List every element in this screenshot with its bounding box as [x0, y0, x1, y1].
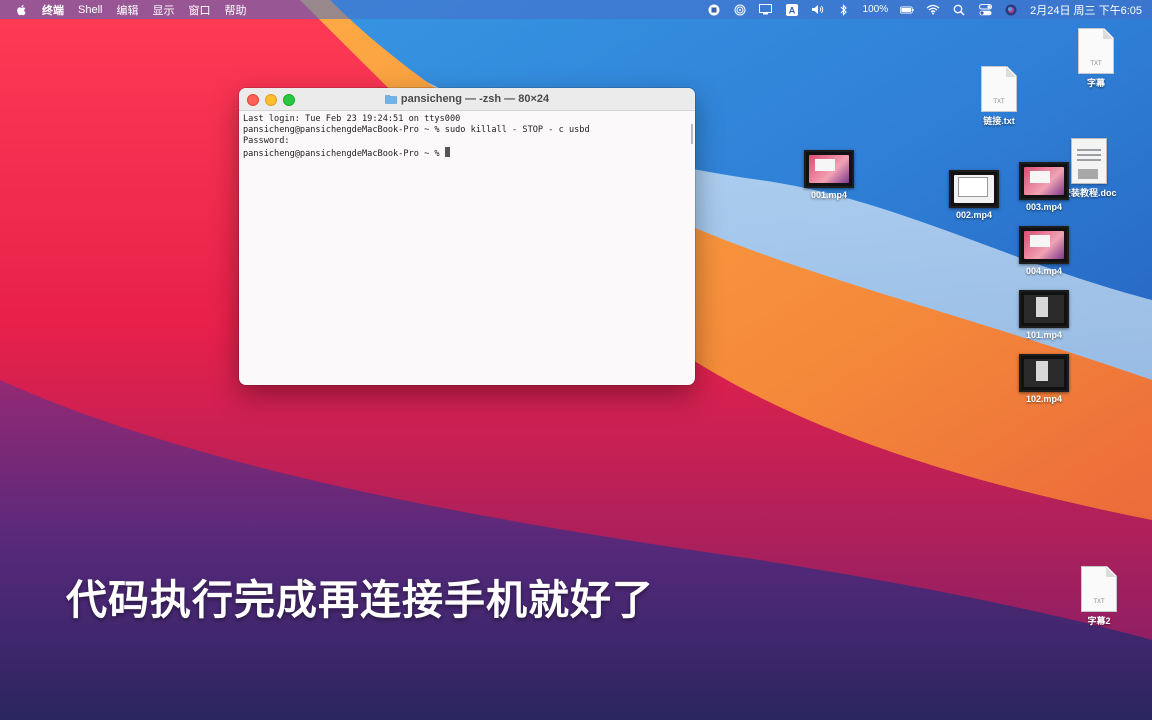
desktop-icon-video-102[interactable]: 102.mp4 — [1019, 354, 1069, 404]
wifi-icon[interactable] — [926, 4, 940, 16]
terminal-output[interactable]: Last login: Tue Feb 23 19:24:51 on ttys0… — [239, 111, 695, 163]
svg-text:A: A — [788, 5, 795, 15]
video-subtitle: 代码执行完成再连接手机就好了 — [66, 576, 654, 624]
desktop-icon-subtitle-txt[interactable]: TXT 字幕 — [1078, 28, 1114, 89]
status-area: A 100% 2月24日 周三 下午6:05 — [707, 0, 1142, 19]
text-file-icon: TXT — [1081, 566, 1117, 612]
siri-icon[interactable] — [1004, 4, 1018, 16]
desktop-icon-label: 链接.txt — [983, 116, 1015, 126]
input-method-icon[interactable]: A — [785, 3, 799, 16]
terminal-window[interactable]: pansicheng — -zsh — 80×24 Last login: Tu… — [239, 88, 695, 385]
desktop-icon-label: 003.mp4 — [1025, 202, 1063, 212]
text-cursor — [444, 147, 450, 157]
menu-bar: 终端 Shell 编辑 显示 窗口 帮助 A 100% 2月24日 周三 下午6… — [0, 0, 1152, 19]
terminal-line: Last login: Tue Feb 23 19:24:51 on ttys0… — [243, 114, 461, 124]
desktop-icon-video-101[interactable]: 101.mp4 — [1019, 290, 1069, 340]
zoom-button[interactable] — [283, 94, 295, 106]
desktop-icon-label: 字幕2 — [1087, 616, 1111, 626]
airdrop-icon[interactable] — [733, 4, 747, 16]
text-file-icon: TXT — [1078, 28, 1114, 74]
menu-edit[interactable]: 编辑 — [116, 2, 138, 18]
video-thumbnail — [1019, 226, 1069, 264]
close-button[interactable] — [247, 94, 259, 106]
battery-percentage: 100% — [862, 4, 889, 15]
volume-icon[interactable] — [811, 4, 825, 16]
video-thumbnail — [1019, 162, 1069, 200]
desktop-icon-label: 001.mp4 — [810, 190, 848, 200]
menu-window[interactable]: 窗口 — [188, 2, 210, 18]
battery-icon[interactable] — [900, 4, 914, 16]
text-file-icon: TXT — [981, 66, 1017, 112]
window-title: pansicheng — -zsh — 80×24 — [400, 93, 550, 105]
desktop-icon-video-001[interactable]: 001.mp4 — [804, 150, 854, 200]
apple-menu-icon[interactable] — [16, 3, 30, 17]
desktop-icon-install-doc[interactable]: 安装教程.doc — [1062, 138, 1117, 199]
desktop-icon-label: 004.mp4 — [1025, 266, 1063, 276]
word-document-icon — [1071, 138, 1108, 184]
terminal-line: Password: — [243, 136, 290, 146]
scroll-indicator[interactable] — [691, 124, 693, 144]
desktop-icon-label: 字幕 — [1086, 78, 1105, 88]
desktop-icon-subtitle2-txt[interactable]: TXT 字幕2 — [1081, 566, 1117, 627]
menu-app-name[interactable]: 终端 — [42, 2, 64, 18]
video-thumbnail — [1019, 354, 1069, 392]
control-center-icon[interactable] — [978, 3, 992, 16]
display-icon[interactable] — [759, 4, 773, 16]
minimize-button[interactable] — [265, 94, 277, 106]
window-title-group: pansicheng — -zsh — 80×24 — [385, 93, 549, 105]
video-thumbnail — [804, 150, 854, 188]
menu-help[interactable]: 帮助 — [224, 2, 246, 18]
desktop-icon-label: 002.mp4 — [955, 210, 993, 220]
desktop-icon-link-txt[interactable]: TXT 链接.txt — [981, 66, 1017, 127]
desktop-icon-label: 102.mp4 — [1025, 394, 1063, 404]
desktop-icon-video-004[interactable]: 004.mp4 — [1019, 226, 1069, 276]
terminal-titlebar[interactable]: pansicheng — -zsh — 80×24 — [239, 88, 695, 111]
terminal-prompt: pansicheng@pansichengdeMacBook-Pro ~ % — [243, 149, 445, 159]
terminal-prompt-line[interactable]: pansicheng@pansichengdeMacBook-Pro ~ % — [243, 147, 691, 160]
menubar-clock[interactable]: 2月24日 周三 下午6:05 — [1030, 2, 1142, 18]
home-folder-icon — [385, 95, 397, 104]
menu-view[interactable]: 显示 — [152, 2, 174, 18]
desktop-icon-video-002[interactable]: 002.mp4 — [949, 170, 999, 220]
video-thumbnail — [949, 170, 999, 208]
window-controls — [247, 94, 295, 106]
bluetooth-icon[interactable] — [837, 3, 851, 16]
desktop-icon-label: 安装教程.doc — [1062, 188, 1117, 198]
video-thumbnail — [1019, 290, 1069, 328]
desktop-icon-label: 101.mp4 — [1025, 330, 1063, 340]
terminal-line: pansicheng@pansichengdeMacBook-Pro ~ % s… — [243, 125, 590, 135]
menu-shell[interactable]: Shell — [78, 4, 102, 16]
spotlight-search-icon[interactable] — [952, 4, 966, 16]
screen-record-stop-icon[interactable] — [707, 4, 721, 16]
desktop-icon-video-003[interactable]: 003.mp4 — [1019, 162, 1069, 212]
